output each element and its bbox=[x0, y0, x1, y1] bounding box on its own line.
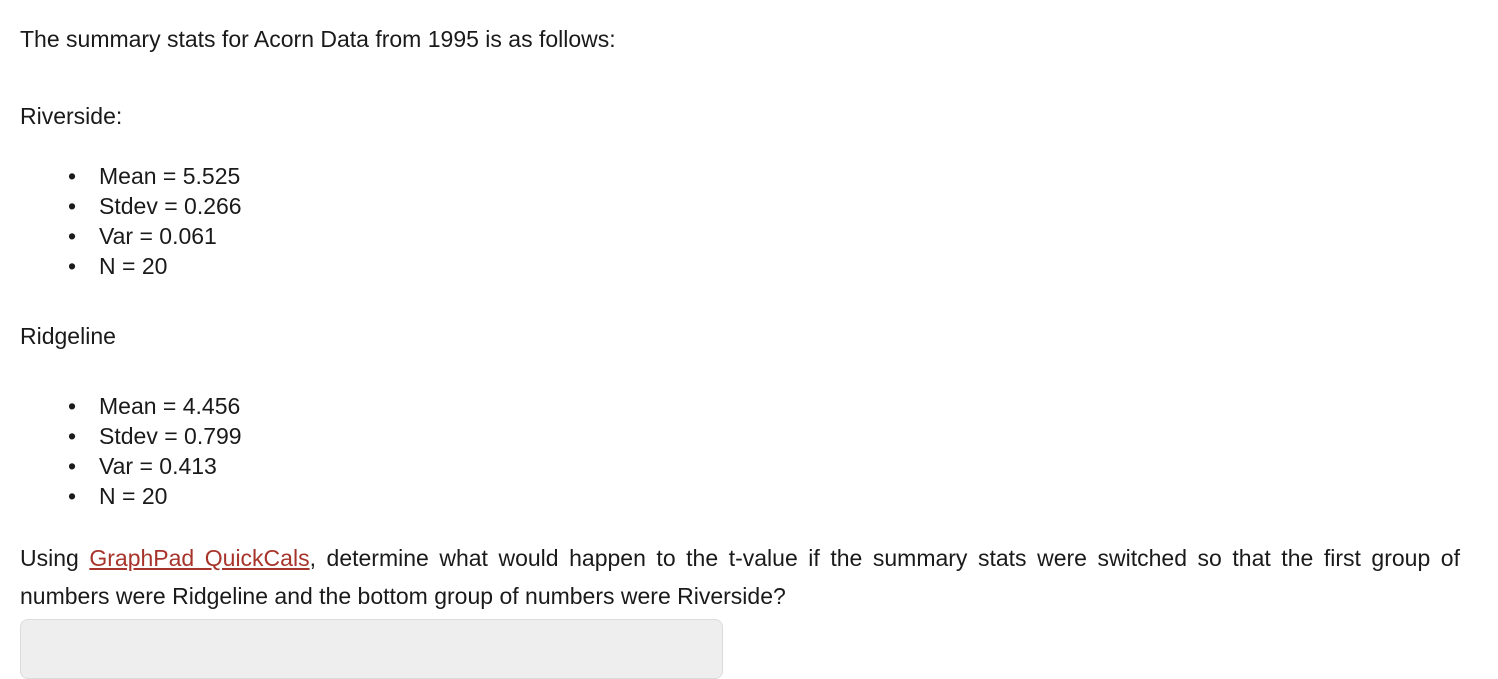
group-heading-ridgeline: Ridgeline bbox=[20, 323, 116, 349]
list-item-label: Mean = 4.456 bbox=[99, 393, 241, 419]
list-item-label: Stdev = 0.799 bbox=[99, 423, 242, 449]
closing-paragraph: Using GraphPad QuickCals, determine what… bbox=[0, 539, 1498, 615]
list-item: • Var = 0.413 bbox=[0, 451, 1498, 481]
riverside-stat-list: • Mean = 5.525 • Stdev = 0.266 • Var = 0… bbox=[0, 161, 1498, 281]
list-item-label: N = 20 bbox=[99, 253, 168, 279]
bullet-icon: • bbox=[68, 193, 77, 219]
intro-paragraph: The summary stats for Acorn Data from 19… bbox=[20, 26, 616, 52]
bullet-icon: • bbox=[68, 223, 77, 249]
group-heading-riverside: Riverside: bbox=[20, 103, 123, 129]
ridgeline-stat-list: • Mean = 4.456 • Stdev = 0.799 • Var = 0… bbox=[0, 391, 1498, 511]
list-item-label: Var = 0.413 bbox=[99, 453, 217, 479]
graphpad-quickcals-link[interactable]: GraphPad QuickCals bbox=[89, 545, 309, 571]
answer-input[interactable] bbox=[20, 619, 723, 679]
list-item: • N = 20 bbox=[0, 251, 1498, 281]
closing-prefix: Using bbox=[20, 545, 90, 571]
list-item-label: Mean = 5.525 bbox=[99, 163, 241, 189]
bullet-icon: • bbox=[68, 483, 77, 509]
bullet-icon: • bbox=[68, 423, 77, 449]
list-item-label: Stdev = 0.266 bbox=[99, 193, 242, 219]
list-item: • N = 20 bbox=[0, 481, 1498, 511]
list-item: • Stdev = 0.799 bbox=[0, 421, 1498, 451]
list-item: • Var = 0.061 bbox=[0, 221, 1498, 251]
document-body: The summary stats for Acorn Data from 19… bbox=[0, 0, 1498, 615]
list-item-label: N = 20 bbox=[99, 483, 168, 509]
bullet-icon: • bbox=[68, 393, 77, 419]
list-item: • Mean = 5.525 bbox=[0, 161, 1498, 191]
bullet-icon: • bbox=[68, 253, 77, 279]
list-item: • Mean = 4.456 bbox=[0, 391, 1498, 421]
list-item: • Stdev = 0.266 bbox=[0, 191, 1498, 221]
bullet-icon: • bbox=[68, 163, 77, 189]
bullet-icon: • bbox=[68, 453, 77, 479]
list-item-label: Var = 0.061 bbox=[99, 223, 217, 249]
